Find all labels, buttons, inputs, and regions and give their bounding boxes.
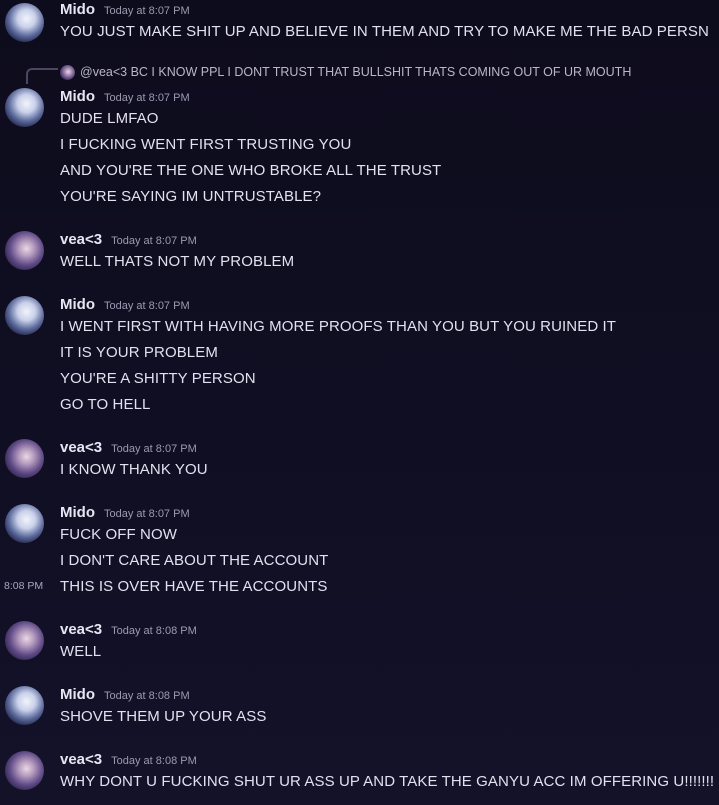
message-header: Mido Today at 8:07 PM [60,1,190,19]
message-text: THIS IS OVER HAVE THE ACCOUNTS [60,578,328,595]
timestamp: Today at 8:07 PM [104,508,190,520]
message-text: I KNOW THANK YOU [60,461,208,478]
avatar[interactable] [5,296,44,335]
message-header: Mido Today at 8:07 PM [60,296,190,314]
reply-avatar [60,65,75,80]
message-header: vea<3 Today at 8:08 PM [60,621,197,639]
reply-spine [26,68,58,84]
avatar[interactable] [5,504,44,543]
message-header: vea<3 Today at 8:07 PM [60,231,197,249]
message-header: Mido Today at 8:08 PM [60,686,190,704]
timestamp: Today at 8:07 PM [104,5,190,17]
message-text: YOU'RE A SHITTY PERSON [60,370,256,387]
message-text: I DON'T CARE ABOUT THE ACCOUNT [60,552,329,569]
message-header: Mido Today at 8:07 PM [60,504,190,522]
username[interactable]: Mido [60,504,95,521]
message-text: WELL THATS NOT MY PROBLEM [60,253,295,270]
avatar[interactable] [5,231,44,270]
reply-mention: @vea<3 [80,65,128,79]
avatar[interactable] [5,686,44,725]
message-text: AND YOU'RE THE ONE WHO BROKE ALL THE TRU… [60,162,442,179]
message-text: YOU'RE SAYING IM UNTRUSTABLE? [60,188,322,205]
avatar[interactable] [5,621,44,660]
message-text: I WENT FIRST WITH HAVING MORE PROOFS THA… [60,318,617,335]
message-text: SHOVE THEM UP YOUR ASS [60,708,267,725]
username[interactable]: vea<3 [60,231,102,248]
username[interactable]: Mido [60,686,95,703]
message-header: Mido Today at 8:07 PM [60,88,190,106]
message-text: FUCK OFF NOW [60,526,178,543]
username[interactable]: Mido [60,88,95,105]
hover-timestamp: 8:08 PM [4,580,44,592]
timestamp: Today at 8:07 PM [111,235,197,247]
username[interactable]: vea<3 [60,751,102,768]
message-text: I FUCKING WENT FIRST TRUSTING YOU [60,136,352,153]
reply-preview[interactable]: @vea<3 BC I KNOW PPL I DONT TRUST THAT B… [26,62,716,84]
message-text: WELL [60,643,102,660]
avatar[interactable] [5,88,44,127]
avatar[interactable] [5,3,44,42]
username[interactable]: vea<3 [60,621,102,638]
avatar[interactable] [5,439,44,478]
timestamp: Today at 8:07 PM [104,92,190,104]
timestamp: Today at 8:08 PM [111,755,197,767]
reply-text[interactable]: @vea<3 BC I KNOW PPL I DONT TRUST THAT B… [80,65,631,79]
message-text: WHY DONT U FUCKING SHUT UR ASS UP AND TA… [60,773,715,790]
username[interactable]: vea<3 [60,439,102,456]
timestamp: Today at 8:08 PM [111,625,197,637]
timestamp: Today at 8:08 PM [104,690,190,702]
avatar[interactable] [5,751,44,790]
timestamp: Today at 8:07 PM [104,300,190,312]
message-text: GO TO HELL [60,396,151,413]
message-header: vea<3 Today at 8:07 PM [60,439,197,457]
message-text: YOU JUST MAKE SHIT UP AND BELIEVE IN THE… [60,23,709,40]
reply-content: BC I KNOW PPL I DONT TRUST THAT BULLSHIT… [130,65,632,79]
message-text: DUDE LMFAO [60,110,159,127]
timestamp: Today at 8:07 PM [111,443,197,455]
username[interactable]: Mido [60,296,95,313]
message-header: vea<3 Today at 8:08 PM [60,751,197,769]
message-text: IT IS YOUR PROBLEM [60,344,218,361]
username[interactable]: Mido [60,1,95,18]
